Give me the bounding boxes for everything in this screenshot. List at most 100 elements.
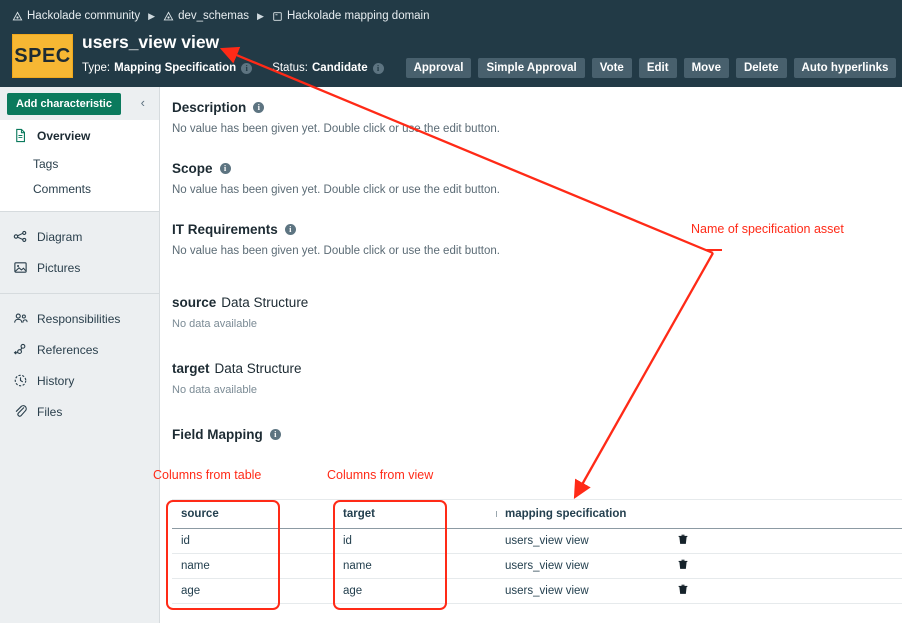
title-row: SPEC users_view view Type: Mapping Speci… bbox=[12, 32, 902, 82]
add-characteristic-button[interactable]: Add characteristic bbox=[7, 93, 121, 115]
info-icon[interactable]: i bbox=[220, 163, 231, 174]
diagram-icon bbox=[12, 229, 28, 245]
cell-mapping-specification: users_view view bbox=[496, 535, 668, 547]
section-heading: source Data Structure bbox=[172, 295, 902, 310]
section-target-data-structure: target Data Structure No data available bbox=[160, 361, 902, 396]
section-heading: Field Mapping i bbox=[172, 427, 902, 442]
status-label: Status: bbox=[272, 62, 308, 74]
section-body[interactable]: No value has been given yet. Double clic… bbox=[172, 245, 902, 257]
annotation-name-of-spec-asset: Name of specification asset bbox=[691, 222, 844, 236]
info-icon[interactable]: i bbox=[270, 429, 281, 440]
section-title: Scope bbox=[172, 161, 213, 176]
sidebar-item-files[interactable]: Files bbox=[0, 396, 159, 427]
annotation-columns-from-view: Columns from view bbox=[327, 468, 433, 482]
info-icon[interactable]: i bbox=[373, 63, 384, 74]
section-field-mapping: Field Mapping i bbox=[160, 427, 902, 442]
info-icon[interactable]: i bbox=[253, 102, 264, 113]
table-row[interactable]: id id users_view view bbox=[172, 529, 902, 554]
section-title: Field Mapping bbox=[172, 427, 263, 442]
cell-mapping-specification: users_view view bbox=[496, 585, 668, 597]
column-header-mapping-specification[interactable]: mapping specification bbox=[496, 508, 668, 520]
sidebar-item-comments[interactable]: Comments bbox=[0, 176, 159, 201]
simple-approval-button[interactable]: Simple Approval bbox=[478, 58, 584, 78]
sidebar-item-label: Pictures bbox=[37, 261, 80, 275]
references-icon bbox=[12, 342, 28, 358]
sidebar-group-meta: Responsibilities References History File… bbox=[0, 294, 159, 427]
annotation-highlight-source-column bbox=[166, 500, 280, 610]
breadcrumb-item-mapping-domain[interactable]: Hackolade mapping domain bbox=[272, 10, 430, 22]
domain-icon bbox=[272, 11, 283, 22]
section-heading: target Data Structure bbox=[172, 361, 902, 376]
sidebar-item-label: History bbox=[37, 374, 74, 388]
section-title-bold: source bbox=[172, 295, 216, 310]
auto-hyperlinks-button[interactable]: Auto hyperlinks bbox=[794, 58, 897, 78]
sidebar-item-overview[interactable]: Overview bbox=[0, 120, 159, 151]
breadcrumb-item-dev-schemas[interactable]: dev_schemas bbox=[163, 10, 249, 22]
community-icon bbox=[12, 11, 23, 22]
section-description: Description i No value has been given ye… bbox=[160, 100, 902, 135]
sidebar-item-label: Tags bbox=[33, 157, 58, 171]
section-body[interactable]: No value has been given yet. Double clic… bbox=[172, 123, 902, 135]
header-actions: Approval Simple Approval Vote Edit Move … bbox=[406, 58, 897, 78]
approval-button[interactable]: Approval bbox=[406, 58, 472, 78]
sidebar-item-label: References bbox=[37, 343, 98, 357]
delete-icon[interactable] bbox=[677, 583, 689, 596]
table-row[interactable]: age age users_view view bbox=[172, 579, 902, 604]
sidebar-item-label: Comments bbox=[33, 182, 91, 196]
sidebar-item-history[interactable]: History bbox=[0, 365, 159, 396]
type-value: Mapping Specification bbox=[114, 62, 236, 74]
breadcrumb-item-community[interactable]: Hackolade community bbox=[12, 10, 140, 22]
table-header-row: source target mapping specification bbox=[172, 499, 902, 529]
sidebar-item-responsibilities[interactable]: Responsibilities bbox=[0, 303, 159, 334]
vote-button[interactable]: Vote bbox=[592, 58, 632, 78]
field-mapping-table: source target mapping specification id i… bbox=[172, 499, 902, 604]
breadcrumb-label: dev_schemas bbox=[178, 10, 249, 22]
breadcrumb-label: Hackolade community bbox=[27, 10, 140, 22]
sidebar-item-label: Overview bbox=[37, 129, 90, 143]
section-title: Description bbox=[172, 100, 246, 115]
pictures-icon bbox=[12, 260, 28, 276]
page-root: Hackolade community ▶ dev_schemas ▶ Hack… bbox=[0, 0, 902, 623]
breadcrumb-separator: ▶ bbox=[148, 12, 155, 21]
page-title: users_view view bbox=[82, 32, 219, 53]
move-button[interactable]: Move bbox=[684, 58, 729, 78]
cell-mapping-specification: users_view view bbox=[496, 560, 668, 572]
sidebar-item-tags[interactable]: Tags bbox=[0, 151, 159, 176]
sidebar-item-pictures[interactable]: Pictures bbox=[0, 252, 159, 283]
section-title-rest: Data Structure bbox=[215, 361, 302, 376]
sidebar-item-references[interactable]: References bbox=[0, 334, 159, 365]
sidebar-item-label: Diagram bbox=[37, 230, 82, 244]
section-body: No data available bbox=[172, 318, 902, 330]
spec-badge: SPEC bbox=[12, 34, 73, 78]
info-icon[interactable]: i bbox=[241, 63, 252, 74]
edit-button[interactable]: Edit bbox=[639, 58, 677, 78]
section-source-data-structure: source Data Structure No data available bbox=[160, 295, 902, 330]
community-icon bbox=[163, 11, 174, 22]
delete-button[interactable]: Delete bbox=[736, 58, 787, 78]
paperclip-icon bbox=[12, 404, 28, 420]
info-icon[interactable]: i bbox=[285, 224, 296, 235]
sidebar-top: Add characteristic ‹ bbox=[0, 87, 159, 120]
sidebar-item-diagram[interactable]: Diagram bbox=[0, 221, 159, 252]
document-icon bbox=[12, 128, 28, 144]
section-title-rest: Data Structure bbox=[221, 295, 308, 310]
section-title-bold: target bbox=[172, 361, 210, 376]
delete-icon[interactable] bbox=[677, 558, 689, 571]
cell-actions bbox=[668, 583, 848, 599]
chevron-left-icon[interactable]: ‹ bbox=[141, 96, 145, 109]
sidebar-group-visuals: Diagram Pictures bbox=[0, 212, 159, 293]
annotation-columns-from-table: Columns from table bbox=[153, 468, 261, 482]
meta-row: Type: Mapping Specification i Status: Ca… bbox=[82, 58, 896, 78]
table-row[interactable]: name name users_view view bbox=[172, 554, 902, 579]
sidebar-item-label: Files bbox=[37, 405, 62, 419]
sidebar: Add characteristic ‹ Overview Tags Comme… bbox=[0, 87, 160, 623]
type-label: Type: bbox=[82, 62, 110, 74]
history-icon bbox=[12, 373, 28, 389]
breadcrumb-label: Hackolade mapping domain bbox=[287, 10, 430, 22]
delete-icon[interactable] bbox=[677, 533, 689, 546]
breadcrumb: Hackolade community ▶ dev_schemas ▶ Hack… bbox=[12, 7, 430, 25]
section-body[interactable]: No value has been given yet. Double clic… bbox=[172, 184, 902, 196]
section-title: IT Requirements bbox=[172, 222, 278, 237]
sidebar-item-label: Responsibilities bbox=[37, 312, 120, 326]
section-body: No data available bbox=[172, 384, 902, 396]
